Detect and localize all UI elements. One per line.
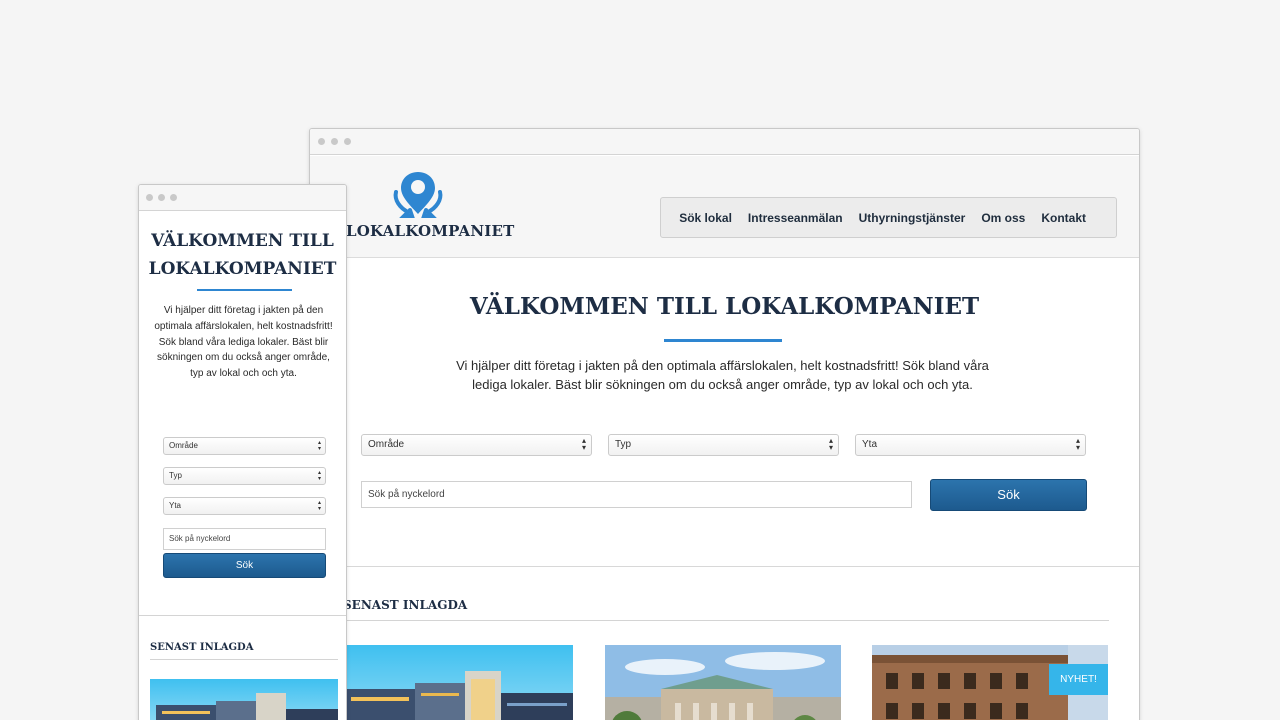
mobile-latest-listings-heading: SENAST INLAGDA [150, 642, 254, 653]
intro-text: Vi hjälper ditt företag i jakten på den … [456, 358, 989, 392]
mobile-size-select-value: Yta [169, 501, 182, 510]
mobile-keyword-search-input[interactable]: Sök på nyckelord [163, 528, 326, 550]
listing-card-image[interactable] [337, 645, 573, 720]
new-listing-badge: NYHET! [1049, 664, 1108, 695]
select-arrows-icon: ▴ ▾ [317, 440, 321, 452]
modern-office-building-image [150, 679, 338, 720]
logo-wordmark[interactable]: LOKALKOMPANIET [346, 222, 514, 240]
classical-building-city-square-image [605, 645, 841, 720]
nav-item-kontakt[interactable]: Kontakt [1041, 211, 1086, 225]
nav-item-uthyrningstjanster[interactable]: Uthyrningstjänster [859, 211, 966, 225]
mobile-listing-card-image[interactable] [150, 679, 338, 720]
mobile-area-select[interactable]: Område ▴ ▾ [163, 437, 326, 455]
mobile-title-underline [197, 289, 292, 291]
mobile-search-button[interactable]: Sök [163, 553, 326, 578]
select-arrows-icon: ▴ ▾ [1075, 436, 1080, 452]
window-dot-icon [170, 194, 177, 201]
site-header: LOKALKOMPANIET Sök lokal Intresseanmälan… [310, 156, 1139, 258]
mobile-type-select-value: Typ [169, 471, 182, 480]
title-underline [664, 339, 782, 342]
listing-card-image[interactable]: NYHET! [872, 645, 1108, 720]
latest-listings-heading: SENAST INLAGDA [343, 598, 468, 612]
mobile-page-title: VÄLKOMMEN TILL LOKALKOMPANIET [148, 231, 337, 279]
area-select-value: Område [368, 439, 405, 450]
latest-listings-section: SENAST INLAGDA NYHET! [310, 568, 1139, 720]
search-button[interactable]: Sök [930, 479, 1087, 511]
nav-item-sok-lokal[interactable]: Sök lokal [679, 211, 732, 225]
mobile-section-divider [139, 615, 346, 616]
window-titlebar [310, 129, 1139, 155]
nav-item-intresseanmalan[interactable]: Intresseanmälan [748, 211, 843, 225]
type-select[interactable]: Typ ▴ ▾ [608, 434, 839, 456]
area-select[interactable]: Område ▴ ▾ [361, 434, 592, 456]
location-pin-logo-icon[interactable] [388, 170, 448, 220]
nav-item-om-oss[interactable]: Om oss [981, 211, 1025, 225]
page-title: VÄLKOMMEN TILL LOKALKOMPANIET [469, 293, 980, 320]
listing-card-image[interactable] [605, 645, 841, 720]
mobile-browser-window: VÄLKOMMEN TILL LOKALKOMPANIET Vi hjälper… [138, 184, 347, 720]
mobile-size-select[interactable]: Yta ▴ ▾ [163, 497, 326, 515]
mobile-type-select[interactable]: Typ ▴ ▾ [163, 467, 326, 485]
window-dot-icon [158, 194, 165, 201]
desktop-browser-window: LOKALKOMPANIET Sök lokal Intresseanmälan… [309, 128, 1140, 720]
keyword-search-input[interactable]: Sök på nyckelord [361, 481, 912, 508]
select-arrows-icon: ▴ ▾ [581, 436, 586, 452]
type-select-value: Typ [615, 439, 632, 450]
select-arrows-icon: ▴ ▾ [317, 470, 321, 482]
window-dot-icon [331, 138, 338, 145]
window-dot-icon [318, 138, 325, 145]
hero-section: VÄLKOMMEN TILL LOKALKOMPANIET Vi hjälper… [310, 259, 1139, 567]
main-navigation: Sök lokal Intresseanmälan Uthyrningstjän… [660, 197, 1117, 238]
modern-office-building-image [337, 645, 573, 720]
select-arrows-icon: ▴ ▾ [317, 500, 321, 512]
mobile-area-select-value: Område [169, 441, 198, 450]
mobile-intro-text: Vi hjälper ditt företag i jakten på den … [154, 305, 333, 380]
window-dot-icon [344, 138, 351, 145]
window-dot-icon [146, 194, 153, 201]
section-divider [343, 620, 1109, 621]
window-titlebar [139, 185, 346, 211]
size-select-value: Yta [862, 439, 878, 450]
size-select[interactable]: Yta ▴ ▾ [855, 434, 1086, 456]
select-arrows-icon: ▴ ▾ [828, 436, 833, 452]
mobile-latest-divider [150, 659, 338, 660]
